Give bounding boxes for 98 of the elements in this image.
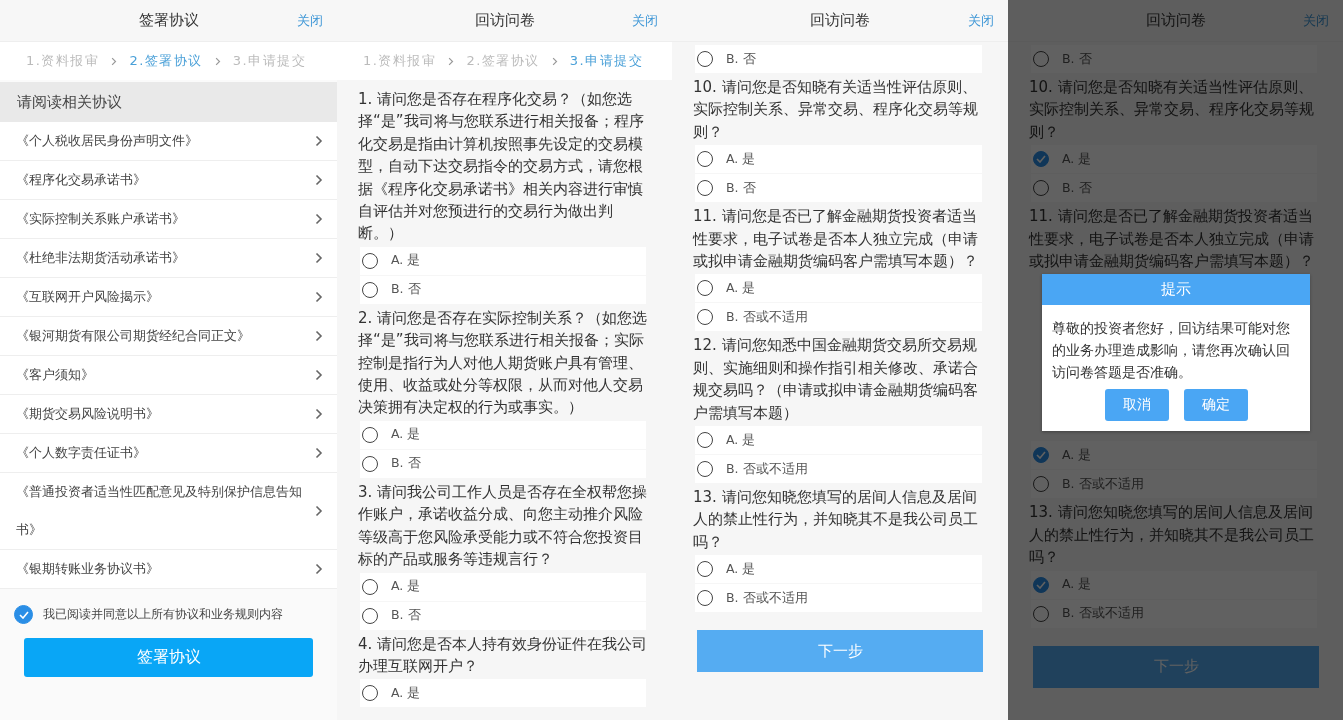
agreement-item[interactable]: 《互联网开户风险揭示》 <box>0 278 337 317</box>
chevron-icon <box>315 330 323 342</box>
option-label: A. 是 <box>391 252 421 270</box>
option-label: B. 否或不适用 <box>1062 605 1144 623</box>
question-text: 13. 请问您知晓您填写的居间人信息及居间人的禁止性行为，并知晓其不是我公司员工吗？ <box>1028 502 1315 569</box>
option-row[interactable]: A. 是 <box>695 145 982 174</box>
option-row[interactable]: B. 否或不适用 <box>695 584 982 613</box>
page-title: 签署协议 <box>138 11 199 30</box>
chevron-icon <box>315 505 323 517</box>
page-title: 回访问卷 <box>1145 11 1206 30</box>
option-row[interactable]: A. 是 <box>695 426 982 455</box>
chevron-icon <box>315 563 323 575</box>
option-row[interactable]: B. 否或不适用 <box>695 455 982 484</box>
option-label: A. 是 <box>726 431 756 449</box>
option-label: A. 是 <box>726 150 756 168</box>
question-text: 13. 请问您知晓您填写的居间人信息及居间人的禁止性行为，并知晓其不是我公司员工吗？ <box>692 487 979 553</box>
question-text: 10. 请问您是否知晓有关适当性评估原则、实际控制关系、异常交易、程序化交易等规则？ <box>692 77 979 143</box>
option-label: B. 否 <box>391 607 421 624</box>
option-label: B. 否 <box>1062 179 1092 197</box>
chevron-icon <box>315 291 323 303</box>
dialog-title: 提示 <box>1042 274 1310 306</box>
agreement-item[interactable]: 《杜绝非法期货活动承诺书》 <box>0 239 337 278</box>
option-row[interactable]: A. 是 <box>360 246 646 275</box>
chevron-icon <box>315 252 323 264</box>
check-icon <box>18 610 29 619</box>
option-label: A. 是 <box>726 560 756 578</box>
agreement-item[interactable]: 《个人数字责任证书》 <box>0 434 337 473</box>
option-label: B. 否 <box>391 455 421 473</box>
check-icon <box>1036 580 1046 589</box>
chevron-icon <box>551 56 558 66</box>
question-text: 11. 请问您是否已了解金融期货投资者适当性要求，电子试卷是否本人独立完成（申请或拟申请金融期货编码客户需填写本题）？ <box>691 206 979 273</box>
section-header: 请阅读相关协议 <box>0 82 337 122</box>
agreement-item[interactable]: 《实际控制关系账户承诺书》 <box>0 200 337 239</box>
option-label: A. 是 <box>391 578 421 595</box>
step-label: 3.申请提交 <box>232 52 307 70</box>
dialog-message: 尊敬的投资者您好，回访结果可能对您的业务办理造成影响，请您再次确认回访问卷答题是否准确。 <box>1051 319 1291 383</box>
chevron-icon <box>214 56 221 66</box>
page-title: 回访问卷 <box>810 11 870 30</box>
option-row[interactable]: A. 是 <box>360 572 646 601</box>
option-label: B. 否或不适用 <box>1062 475 1144 493</box>
option-label: B. 否 <box>726 179 756 197</box>
chevron-icon <box>315 408 323 420</box>
check-icon <box>1036 155 1046 164</box>
option-label: A. 是 <box>1062 576 1092 594</box>
option-row[interactable]: B. 否 <box>360 275 646 304</box>
agreement-item[interactable]: 《普通投资者适当性匹配意见及特别保护信息告知书》 <box>0 473 337 550</box>
step-label: 2.签署协议 <box>129 52 203 70</box>
option-row[interactable]: A. 是 <box>695 555 982 584</box>
question-text: 4. 请问您是否本人持有效身份证件在我公司办理互联网开户？ <box>357 633 649 677</box>
option-row[interactable]: B. 否 <box>360 601 646 630</box>
agreement-item[interactable]: 《个人税收居民身份声明文件》 <box>0 122 337 161</box>
option-label: B. 否 <box>391 281 421 299</box>
chevron-icon <box>315 369 323 381</box>
agreement-item[interactable]: 《客户须知》 <box>0 356 337 395</box>
step-label: 3.申请提交 <box>569 52 644 70</box>
question-text: 11. 请问您是否已了解金融期货投资者适当性要求，电子试卷是否本人独立完成（申请或拟申请金融期货编码客户需填写本题）？ <box>1027 206 1315 273</box>
radio-button[interactable] <box>1033 447 1049 464</box>
radio-button[interactable] <box>1033 151 1049 168</box>
option-label: B. 否或不适用 <box>726 308 808 326</box>
question-text: 1. 请问您是否存在程序化交易？（如您选择“是”我司将与您联系进行相关报备；程序化交易是指由计算机按照事先设定的交易模型，自动下达交易指令的交易方式，请您根据《程序化交易承诺书》相关内容进行审慎自评估并对您预进行的交易行为做出判断。） <box>357 89 645 245</box>
option-label: A. 是 <box>391 426 421 444</box>
option-row[interactable]: A. 是 <box>695 274 982 303</box>
step-label: 1.资料报审 <box>26 52 100 70</box>
check-icon <box>1036 451 1046 460</box>
option-label: B. 否或不适用 <box>726 589 808 607</box>
question-text: 12. 请问您知悉中国金融期货交易所交易规则、实施细则和操作指引相关修改、承诺合规交易吗？（申请或拟申请金融期货编码客户需填写本题） <box>692 335 979 424</box>
question-text: 2. 请问您是否存在实际控制关系？（如您选择“是”我司将与您联系进行相关报备；实际控制是指行为人对他人期货账户具有管理、使用、收益或处分等权限，从而对他人交易决策拥有决定权的行为或事实。） <box>357 307 649 419</box>
option-row[interactable]: B. 否或不适用 <box>695 303 982 332</box>
chevron-icon <box>315 213 323 225</box>
question-text: 10. 请问您是否知晓有关适当性评估原则、实际控制关系、异常交易、程序化交易等规则？ <box>1028 77 1315 143</box>
page-title: 回访问卷 <box>474 11 535 30</box>
agreement-item[interactable]: 《银期转账业务协议书》 <box>0 550 337 589</box>
question-text: 3. 请问我公司工作人员是否存在全权帮您操作账户，承诺收益分成、向您主动推介风险等级高于您风险承受能力或不符合您投资目标的产品或服务等违规言行？ <box>357 481 649 571</box>
agree-label: 我已阅读并同意以上所有协议和业务规则内容 <box>43 607 283 622</box>
option-label: A. 是 <box>726 279 756 297</box>
option-row[interactable]: B. 否 <box>695 174 982 203</box>
option-row[interactable]: A. 是 <box>360 679 646 708</box>
chevron-icon <box>315 135 323 147</box>
step-label: 1.资料报审 <box>363 52 437 70</box>
chevron-icon <box>315 447 323 459</box>
step-label: 2.签署协议 <box>466 52 540 70</box>
chevron-icon <box>448 56 455 66</box>
agree-checkbox[interactable] <box>14 605 33 624</box>
option-label: A. 是 <box>1062 150 1092 168</box>
agreement-item[interactable]: 《银河期货有限公司期货经纪合同正文》 <box>0 317 337 356</box>
radio-button[interactable] <box>1033 576 1049 593</box>
option-label: B. 否 <box>726 50 756 68</box>
chevron-icon <box>111 56 118 66</box>
option-row[interactable]: B. 否 <box>360 449 646 478</box>
chevron-icon <box>315 174 323 186</box>
option-label: B. 否或不适用 <box>726 460 808 478</box>
option-label: A. 是 <box>1062 446 1092 464</box>
option-row[interactable]: A. 是 <box>360 420 646 449</box>
option-row[interactable]: B. 否 <box>695 45 982 73</box>
option-label: A. 是 <box>391 684 421 702</box>
agreement-item[interactable]: 《期货交易风险说明书》 <box>0 395 337 434</box>
agreement-item[interactable]: 《程序化交易承诺书》 <box>0 161 337 200</box>
option-label: B. 否 <box>1062 50 1092 68</box>
